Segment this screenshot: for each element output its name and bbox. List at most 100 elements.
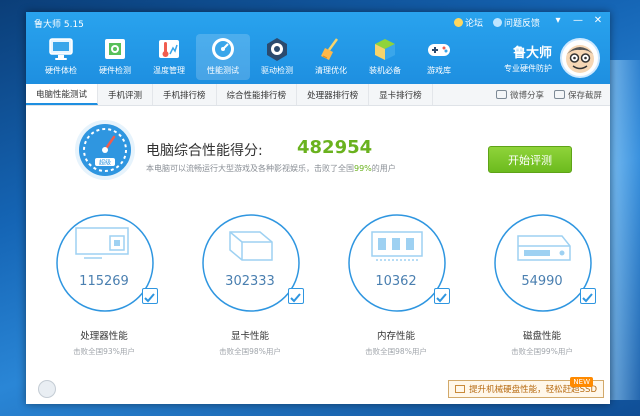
nav-label: 性能测试 [207,66,239,75]
card-name: 内存性能 [376,331,415,342]
nav-label: 清理优化 [315,66,347,75]
mascot-avatar[interactable] [560,38,600,78]
nav-label: 游戏库 [427,66,451,75]
score-value: 482954 [297,137,373,158]
forum-link[interactable]: 论坛 [453,16,483,29]
monitor-icon [49,38,73,60]
camera-icon [553,90,565,99]
brand-name: 鲁大师 [512,46,552,61]
card-gpu: 302333 显卡性能 击败全国98%用户 [198,212,318,372]
start-benchmark-button[interactable]: 开始评测 [488,146,572,173]
nav-item-performance[interactable]: 性能测试 [196,34,250,80]
performance-gauge-icon: 超级 [75,120,135,180]
nav-item-essentials[interactable]: 装机必备 [358,34,412,80]
nav-item-temperature[interactable]: 温度管理 [142,34,196,80]
box-icon [375,39,395,60]
nav-item-driver[interactable]: 驱动检测 [250,34,304,80]
brand-slogan: 专业硬件防护 [504,64,552,73]
tab-actions: 微博分享 保存截屏 [495,84,610,105]
weibo-icon [495,90,507,99]
tab-gpu-ranking[interactable]: 显卡排行榜 [369,84,433,105]
broom-icon [321,38,339,60]
score-label: 电脑综合性能得分: [146,143,263,159]
new-badge: NEW [570,377,593,387]
brand: 鲁大师 专业硬件防护 [504,38,600,78]
card-subtitle: 击败全国99%用户 [511,347,573,356]
weibo-share-button[interactable]: 微博分享 [495,89,544,101]
footer: 提升机械硬盘性能，轻松赶超SSD NEW [26,374,610,404]
disk-icon [494,214,592,312]
nav-item-hardware-detect[interactable]: 硬件检测 [88,34,142,80]
tab-cpu-ranking[interactable]: 处理器排行榜 [297,84,370,105]
checkmark-icon [144,293,155,303]
tab-overall-ranking[interactable]: 综合性能排行榜 [217,84,298,105]
main-nav: 硬件体检 硬件检测 温度管理 性能测试 驱动检测 清理优化 装机必备 游戏库 [34,34,466,80]
gauge-text: 超级 [99,159,111,167]
close-icon[interactable]: ✕ [592,15,604,27]
card-subtitle: 击败全国93%用户 [73,347,135,356]
component-cards: 115269 处理器性能 击败全国93%用户 302333 显卡性能 击败全国9… [26,212,610,372]
top-links: 论坛 问题反馈 [453,16,540,29]
chip-scan-icon [105,39,125,59]
nav-label: 装机必备 [369,66,401,75]
feedback-link-label: 问题反馈 [503,19,540,29]
card-cpu: 115269 处理器性能 击败全国93%用户 [52,212,172,372]
nav-label: 驱动检测 [261,66,293,75]
card-name: 磁盘性能 [522,331,561,342]
app-title: 鲁大师 5.15 [34,20,84,30]
tab-pc-performance[interactable]: 电脑性能测试 [26,84,99,105]
minimize-icon[interactable]: — [572,15,584,27]
speedometer-icon [212,38,234,60]
score-desc-percent: 99% [354,164,372,173]
score-description: 本电脑可以流畅运行大型游戏及各种影视娱乐，击败了全国99%的用户 [146,163,396,174]
card-name: 处理器性能 [80,331,128,342]
card-memory: 10362 内存性能 击败全国98%用户 [344,212,464,372]
card-check-icon[interactable] [288,288,304,304]
card-value: 54990 [521,274,563,289]
medal-icon [453,18,463,27]
mascot-icon [566,45,594,73]
hdd-icon [455,385,466,393]
save-screenshot-button[interactable]: 保存截屏 [553,89,602,101]
forum-link-label: 论坛 [464,19,483,29]
score-desc-prefix: 本电脑可以流畅运行大型游戏及各种影视娱乐，击败了全国 [146,164,354,173]
nav-item-clean[interactable]: 清理优化 [304,34,358,80]
nav-label: 硬件体检 [45,66,77,75]
nav-item-hardware-checkup[interactable]: 硬件体检 [34,34,88,80]
skin-icon[interactable]: ▾ [552,15,564,27]
card-value: 302333 [225,274,275,289]
save-screenshot-label: 保存截屏 [567,90,602,101]
brand-text: 鲁大师 专业硬件防护 [504,42,552,74]
checkmark-icon [582,293,593,303]
weibo-share-label: 微博分享 [509,90,544,101]
title-bar: 鲁大师 5.15 论坛 问题反馈 ▾ — ✕ 硬件体检 硬件检测 温度管理 性能… [26,12,610,84]
score-panel: 超级 电脑综合性能得分: 482954 本电脑可以流畅运行大型游戏及各种影视娱乐… [26,106,610,206]
card-check-icon[interactable] [580,288,596,304]
gpu-icon [202,214,300,312]
ssd-promo-button[interactable]: 提升机械硬盘性能，轻松赶超SSD NEW [448,377,604,398]
checkmark-icon [436,293,447,303]
feedback-icon [492,18,502,27]
thermometer-icon [159,40,179,58]
app-window: 鲁大师 5.15 论坛 问题反馈 ▾ — ✕ 硬件体检 硬件检测 温度管理 性能… [26,12,610,404]
tab-phone-review[interactable]: 手机评测 [98,84,154,105]
nav-item-games[interactable]: 游戏库 [412,34,466,80]
sub-tab-bar: 电脑性能测试 手机评测 手机排行榜 综合性能排行榜 处理器排行榜 显卡排行榜 微… [26,84,610,106]
nav-label: 硬件检测 [99,66,131,75]
mascot-logo-icon[interactable] [38,380,56,398]
card-check-icon[interactable] [434,288,450,304]
gamepad-icon [428,44,450,56]
cpu-icon [56,214,154,312]
memory-icon [348,214,446,312]
nav-label: 温度管理 [153,66,185,75]
card-value: 115269 [79,274,129,289]
checkmark-icon [290,293,301,303]
card-subtitle: 击败全国98%用户 [365,347,427,356]
card-name: 显卡性能 [230,331,269,342]
window-controls: ▾ — ✕ [552,15,604,27]
card-disk: 54990 磁盘性能 击败全国99%用户 [490,212,610,372]
feedback-link[interactable]: 问题反馈 [492,16,540,29]
driver-gear-icon [267,38,287,61]
card-check-icon[interactable] [142,288,158,304]
tab-phone-ranking[interactable]: 手机排行榜 [153,84,217,105]
